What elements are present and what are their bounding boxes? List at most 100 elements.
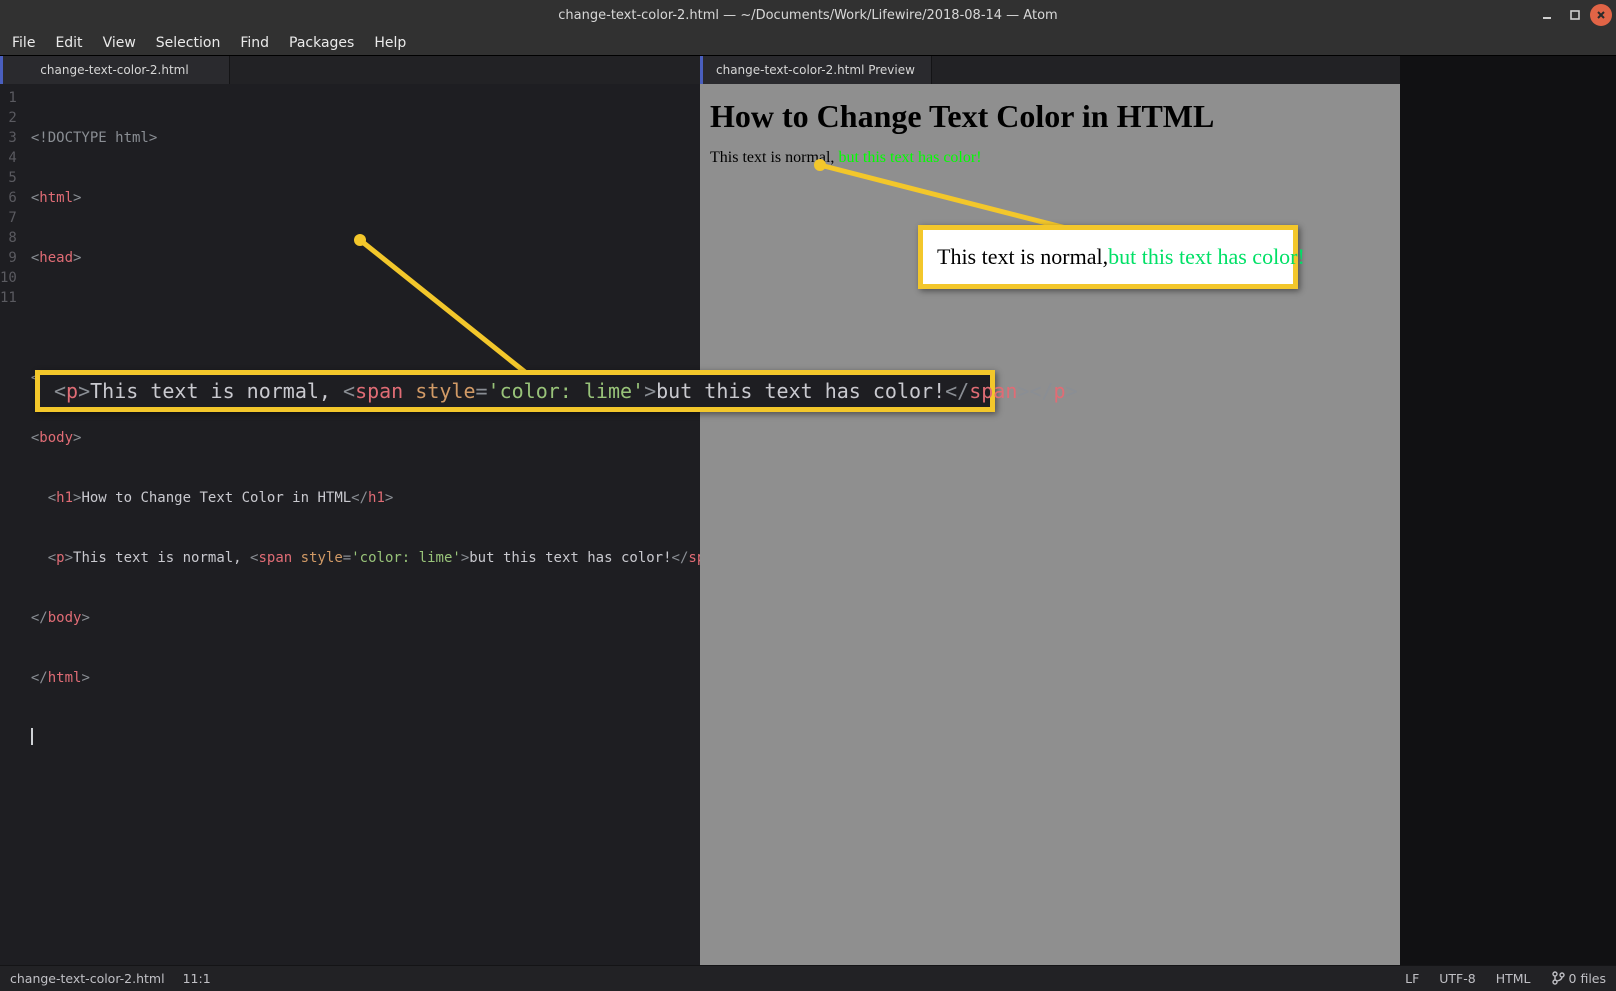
callout-preview-colored: but this text has color!	[1108, 244, 1305, 270]
code-text: This text is normal,	[73, 550, 250, 566]
code-text: This text is normal,	[90, 379, 343, 403]
code-text	[292, 550, 300, 566]
code-text	[31, 310, 39, 326]
lineno: 11	[0, 288, 17, 308]
menu-packages[interactable]: Packages	[279, 33, 364, 53]
code-text: >	[65, 550, 73, 566]
code-text: span	[969, 379, 1017, 403]
code-text: =	[343, 550, 351, 566]
status-git-label: 0 files	[1569, 971, 1606, 986]
code-text: but this text has color!	[469, 550, 671, 566]
menu-help[interactable]: Help	[364, 33, 416, 53]
code-text: <	[48, 550, 56, 566]
lineno: 5	[0, 168, 17, 188]
code-text: body	[39, 430, 73, 446]
lineno: 2	[0, 108, 17, 128]
code-text: </	[945, 379, 969, 403]
code-text: body	[48, 610, 82, 626]
status-cursor-pos[interactable]: 11:1	[183, 971, 211, 986]
code-text: 'color: lime'	[488, 379, 645, 403]
code-text: >	[73, 250, 81, 266]
code-text: <	[343, 379, 355, 403]
callout-preview-normal: This text is normal,	[937, 244, 1108, 270]
editor-gutter: 1 2 3 4 5 6 7 8 9 10 11	[0, 84, 25, 788]
lineno: 7	[0, 208, 17, 228]
code-text: </	[1029, 379, 1053, 403]
status-encoding[interactable]: UTF-8	[1439, 971, 1475, 986]
code-text: >	[1017, 379, 1029, 403]
window-titlebar: change-text-color-2.html — ~/Documents/W…	[0, 0, 1616, 30]
lineno: 3	[0, 128, 17, 148]
code-text	[31, 550, 48, 566]
window-maximize-button[interactable]	[1562, 4, 1588, 26]
code-text: >	[1066, 379, 1078, 403]
tab-preview-label: change-text-color-2.html Preview	[716, 63, 915, 77]
code-text: <	[54, 379, 66, 403]
preview-text-colored: but this text has color!	[838, 149, 981, 166]
menu-view[interactable]: View	[93, 33, 146, 53]
editor-pane[interactable]: 1 2 3 4 5 6 7 8 9 10 11 <!DOCTYPE html> …	[0, 84, 700, 965]
code-text: </	[31, 670, 48, 686]
menubar: File Edit View Selection Find Packages H…	[0, 30, 1616, 56]
code-text: <	[48, 490, 56, 506]
lineno: 10	[0, 268, 17, 288]
code-text: head	[39, 250, 73, 266]
code-text: >	[81, 670, 89, 686]
annotation-callout-code: <p>This text is normal, <span style='col…	[35, 370, 995, 412]
code-text: 'color: lime'	[351, 550, 461, 566]
code-text: span	[258, 550, 292, 566]
code-text: </	[351, 490, 368, 506]
code-text	[403, 379, 415, 403]
menu-find[interactable]: Find	[230, 33, 279, 53]
menu-file[interactable]: File	[2, 33, 45, 53]
code-text: </	[31, 610, 48, 626]
code-text: html	[39, 190, 73, 206]
code-text: >	[461, 550, 469, 566]
tab-preview[interactable]: change-text-color-2.html Preview	[700, 56, 932, 84]
tabstrip: change-text-color-2.html change-text-col…	[0, 56, 1616, 84]
status-git[interactable]: 0 files	[1551, 971, 1606, 986]
menu-selection[interactable]: Selection	[146, 33, 231, 53]
code-text: html	[48, 670, 82, 686]
preview-text-normal: This text is normal,	[710, 149, 838, 166]
lineno: 8	[0, 228, 17, 248]
annotation-callout-preview: This text is normal, but this text has c…	[918, 225, 1298, 289]
code-text: span	[355, 379, 403, 403]
code-text: h1	[56, 490, 73, 506]
lineno: 4	[0, 148, 17, 168]
code-text: >	[78, 379, 90, 403]
editor-cursor	[31, 728, 33, 745]
code-text: >	[385, 490, 393, 506]
code-text: How to Change Text Color in HTML	[81, 490, 351, 506]
code-text: >	[81, 610, 89, 626]
workspace: 1 2 3 4 5 6 7 8 9 10 11 <!DOCTYPE html> …	[0, 84, 1616, 965]
window-controls	[1534, 0, 1612, 30]
status-eol[interactable]: LF	[1405, 971, 1419, 986]
code-text: p	[1054, 379, 1066, 403]
code-text: <!DOCTYPE html>	[31, 130, 157, 146]
lineno: 1	[0, 88, 17, 108]
code-text: style	[415, 379, 475, 403]
lineno: 9	[0, 248, 17, 268]
menu-edit[interactable]: Edit	[45, 33, 92, 53]
status-grammar[interactable]: HTML	[1496, 971, 1531, 986]
window-title: change-text-color-2.html — ~/Documents/W…	[0, 8, 1616, 23]
code-text: </	[672, 550, 689, 566]
status-filename[interactable]: change-text-color-2.html	[10, 971, 165, 986]
tab-source-label: change-text-color-2.html	[40, 63, 188, 77]
code-text	[31, 490, 48, 506]
code-text: but this text has color!	[656, 379, 945, 403]
code-text: =	[476, 379, 488, 403]
window-close-button[interactable]	[1590, 4, 1612, 26]
right-rail	[1400, 56, 1616, 965]
code-text: >	[73, 430, 81, 446]
code-text: h1	[368, 490, 385, 506]
editor-code[interactable]: <!DOCTYPE html> <html> <head> </head> <b…	[25, 84, 700, 788]
lineno: 6	[0, 188, 17, 208]
code-text: >	[644, 379, 656, 403]
code-text: style	[301, 550, 343, 566]
window-minimize-button[interactable]	[1534, 4, 1560, 26]
git-branch-icon	[1551, 971, 1565, 985]
code-text: span	[688, 550, 700, 566]
tab-source[interactable]: change-text-color-2.html	[0, 56, 230, 84]
